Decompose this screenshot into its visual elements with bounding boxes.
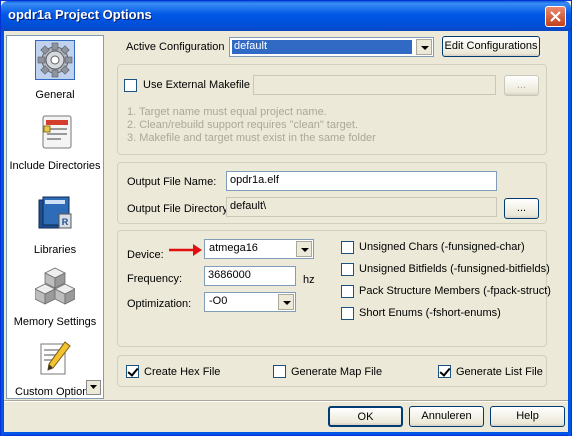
sidebar-item-memory-settings[interactable]: Memory Settings (7, 266, 103, 332)
optimization-select[interactable]: -O0 (204, 292, 296, 312)
sidebar-item-label: Libraries (33, 244, 77, 256)
chevron-down-icon[interactable] (278, 294, 294, 310)
frequency-field[interactable]: 3686000 (204, 266, 296, 286)
device-label: Device: (127, 249, 164, 261)
output-file-directory-field[interactable]: default\ (226, 197, 497, 217)
window-frame-bottom (1, 432, 571, 435)
unsigned-chars-label: Unsigned Chars (-funsigned-char) (359, 241, 525, 253)
output-file-name-label: Output File Name: (127, 176, 217, 188)
svg-text:R: R (62, 217, 69, 227)
output-file-name-field[interactable]: opdr1a.elf (226, 171, 497, 191)
custom-options-icon (35, 340, 75, 380)
generate-list-file-label: Generate List File (456, 366, 543, 378)
active-configuration-select[interactable]: default (229, 37, 434, 57)
window-frame-left (1, 31, 4, 436)
close-icon (550, 11, 561, 22)
generate-map-file-label: Generate Map File (291, 366, 383, 378)
sidebar-item-label: General (35, 89, 75, 101)
device-value: atmega16 (209, 242, 258, 254)
short-enums-label: Short Enums (-fshort-enums) (359, 307, 501, 319)
close-button[interactable] (545, 6, 566, 27)
frequency-unit: hz (303, 274, 315, 286)
sidebar-item-label: Memory Settings (13, 316, 97, 328)
use-external-makefile-label: Use External Makefile (143, 79, 250, 91)
chevron-down-icon[interactable] (296, 241, 312, 257)
project-options-dialog: opdr1a Project Options General Include D… (0, 0, 572, 436)
sidebar-item-label: Custom Options (15, 386, 94, 398)
device-select[interactable]: atmega16 (204, 239, 314, 259)
unsigned-bitfields-label: Unsigned Bitfields (-funsigned-bitfields… (359, 263, 550, 275)
libraries-icon: R (35, 194, 75, 234)
include-directories-icon (37, 114, 77, 154)
ok-button[interactable]: OK (328, 406, 403, 427)
chevron-down-icon[interactable] (416, 39, 432, 55)
memory-settings-icon (34, 266, 76, 306)
sidebar-scroll-down-button[interactable] (86, 380, 101, 395)
create-hex-file-checkbox[interactable] (126, 365, 139, 378)
edit-configurations-button[interactable]: Edit Configurations (442, 36, 540, 57)
title-bar[interactable]: opdr1a Project Options (1, 1, 571, 31)
sidebar-item-libraries[interactable]: R Libraries (7, 194, 103, 260)
generate-map-file-checkbox[interactable] (273, 365, 286, 378)
active-configuration-value: default (232, 40, 412, 54)
sidebar-item-general[interactable]: General (7, 36, 103, 104)
generate-list-file-checkbox[interactable] (438, 365, 451, 378)
create-hex-file-label: Create Hex File (144, 366, 221, 378)
makefile-browse-button[interactable]: ... (504, 75, 539, 96)
footer-separator (4, 400, 568, 402)
optimization-label: Optimization: (127, 298, 192, 310)
makefile-note-2: 2. Clean/rebuild support requires "clean… (127, 119, 358, 131)
sidebar-item-include-directories[interactable]: Include Directories (7, 110, 103, 188)
window-frame-right (568, 31, 571, 436)
makefile-note-3: 3. Makefile and target must exist in the… (127, 132, 376, 144)
pack-structure-members-label: Pack Structure Members (-fpack-struct) (359, 285, 551, 297)
chevron-down-icon (90, 385, 97, 389)
category-sidebar[interactable]: General Include Directories R Libraries … (6, 35, 104, 399)
cancel-button[interactable]: Annuleren (409, 406, 484, 427)
red-arrow-icon (169, 244, 202, 256)
unsigned-chars-checkbox[interactable] (341, 241, 354, 254)
makefile-note-1: 1. Target name must equal project name. (127, 106, 327, 118)
sidebar-item-label: Include Directories (9, 160, 101, 172)
optimization-value: -O0 (209, 295, 228, 307)
use-external-makefile-checkbox[interactable] (124, 79, 137, 92)
unsigned-bitfields-checkbox[interactable] (341, 263, 354, 276)
short-enums-checkbox[interactable] (341, 307, 354, 320)
output-directory-browse-button[interactable]: ... (504, 198, 539, 219)
gear-icon (35, 40, 75, 80)
pack-structure-members-checkbox[interactable] (341, 285, 354, 298)
help-button[interactable]: Help (490, 406, 565, 427)
window-title: opdr1a Project Options (8, 7, 152, 22)
output-file-directory-label: Output File Directory: (127, 203, 231, 215)
frequency-label: Frequency: (127, 273, 183, 285)
makefile-path-field[interactable] (253, 75, 496, 95)
active-configuration-label: Active Configuration (126, 41, 225, 53)
